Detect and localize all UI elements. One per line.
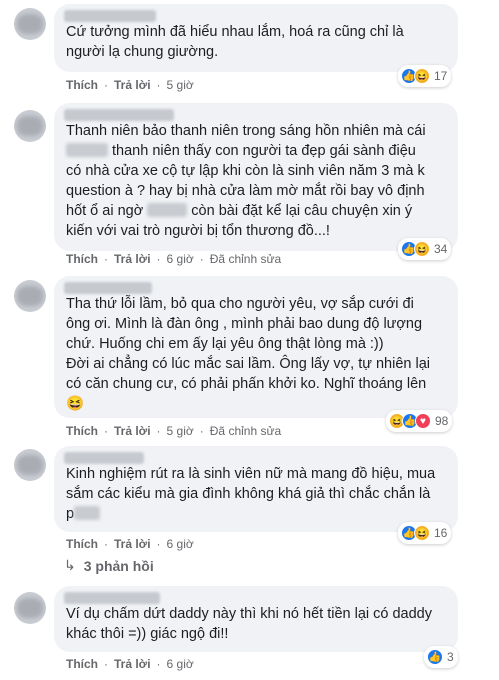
reaction-count: 16 [434,526,448,540]
comment-text-part: Thanh niên bảo thanh niên trong sáng hồn… [66,123,426,139]
reactions-summary[interactable]: 👍 3 [424,646,458,668]
timestamp[interactable]: 6 giờ [167,252,194,266]
reactions-summary[interactable]: 👍 😆 34 [398,238,452,260]
reply-arrow-icon: ↳ [64,557,76,573]
separator: · [104,657,108,671]
separator: · [104,252,108,266]
reply-button[interactable]: Trả lời [114,424,151,438]
comment-text-part: Tha thứ lỗi lầm, bỏ qua cho người yêu, v… [66,296,430,392]
avatar[interactable] [14,449,46,481]
replies-count-label: 3 phản hồi [83,557,154,574]
separator: · [104,424,108,438]
comment-actions: Thích · Trả lời · 5 giờ [66,78,194,92]
reaction-count: 34 [434,242,448,256]
separator: · [156,424,161,438]
avatar[interactable] [14,110,46,142]
comment-bubble: Thanh niên bảo thanh niên trong sáng hồn… [54,103,458,251]
timestamp[interactable]: 5 giờ [167,424,194,438]
like-button[interactable]: Thích [66,424,98,438]
reply-button[interactable]: Trả lời [114,657,151,671]
like-button[interactable]: Thích [66,537,98,551]
redacted-text [74,506,101,520]
reply-button[interactable]: Trả lời [114,537,151,551]
comment-text: Cứ tưởng mình đã hiểu nhau lắm, hoá ra c… [66,24,404,60]
timestamp[interactable]: 6 giờ [167,537,194,551]
edited-label: Đã chỉnh sửa [209,424,282,438]
like-icon: 👍 [427,649,443,665]
author-name-blurred[interactable] [64,452,144,464]
separator: · [199,424,204,438]
reaction-count: 3 [447,650,454,664]
comment-actions: Thích · Trả lời · 6 giờ [66,657,194,671]
author-name-blurred[interactable] [64,282,152,294]
reactions-summary[interactable]: 😆 👍 ♥ 98 [386,410,453,432]
comment-actions: Thích · Trả lời · 6 giờ [66,537,194,551]
comment-text: Kinh nghiệm rút ra là sinh viên nữ mà ma… [66,464,446,524]
haha-icon: 😆 [414,525,430,541]
comment-text: Ví dụ chấm dứt daddy này thì khi nó hết … [66,606,432,642]
separator: · [199,252,204,266]
separator: · [104,78,108,92]
avatar[interactable] [14,8,46,40]
reaction-count: 17 [434,69,448,83]
separator: · [156,252,161,266]
reply-button[interactable]: Trả lời [114,252,151,266]
haha-icon: 😆 [414,241,430,257]
edited-label: Đã chỉnh sửa [209,252,282,266]
like-button[interactable]: Thích [66,252,98,266]
comment-bubble: Tha thứ lỗi lầm, bỏ qua cho người yêu, v… [54,276,458,418]
comment-bubble: Ví dụ chấm dứt daddy này thì khi nó hết … [54,586,458,652]
author-name-blurred[interactable] [64,592,160,604]
avatar[interactable] [14,592,46,624]
redacted-text [147,203,188,217]
view-replies-link[interactable]: ↳ 3 phản hồi [64,557,154,574]
avatar[interactable] [14,280,46,312]
reactions-summary[interactable]: 👍 😆 16 [398,522,452,544]
comment-text-part: Kinh nghiệm rút ra là sinh viên nữ mà ma… [66,466,436,522]
reply-button[interactable]: Trả lời [114,78,151,92]
haha-icon: 😆 [414,68,430,84]
comment-bubble: Cứ tưởng mình đã hiểu nhau lắm, hoá ra c… [54,4,458,72]
comment-actions: Thích · Trả lời · 6 giờ · Đã chỉnh sửa [66,252,281,266]
timestamp[interactable]: 5 giờ [167,78,194,92]
comment-text: Tha thứ lỗi lầm, bỏ qua cho người yêu, v… [66,294,446,414]
author-name-blurred[interactable] [64,10,156,22]
comment-text: Thanh niên bảo thanh niên trong sáng hồn… [66,121,446,241]
separator: · [104,537,108,551]
author-name-blurred[interactable] [64,109,174,121]
separator: · [156,78,161,92]
separator: · [156,657,161,671]
reactions-summary[interactable]: 👍 😆 17 [398,65,452,87]
heart-icon: ♥ [415,413,431,429]
like-button[interactable]: Thích [66,657,98,671]
timestamp[interactable]: 6 giờ [167,657,194,671]
grinning-emoji: 😆 [66,396,85,412]
reaction-count: 98 [435,414,449,428]
like-button[interactable]: Thích [66,78,98,92]
comment-bubble: Kinh nghiệm rút ra là sinh viên nữ mà ma… [54,446,458,532]
separator: · [156,537,161,551]
redacted-text [66,143,108,157]
comment-actions: Thích · Trả lời · 5 giờ · Đã chỉnh sửa [66,424,281,438]
